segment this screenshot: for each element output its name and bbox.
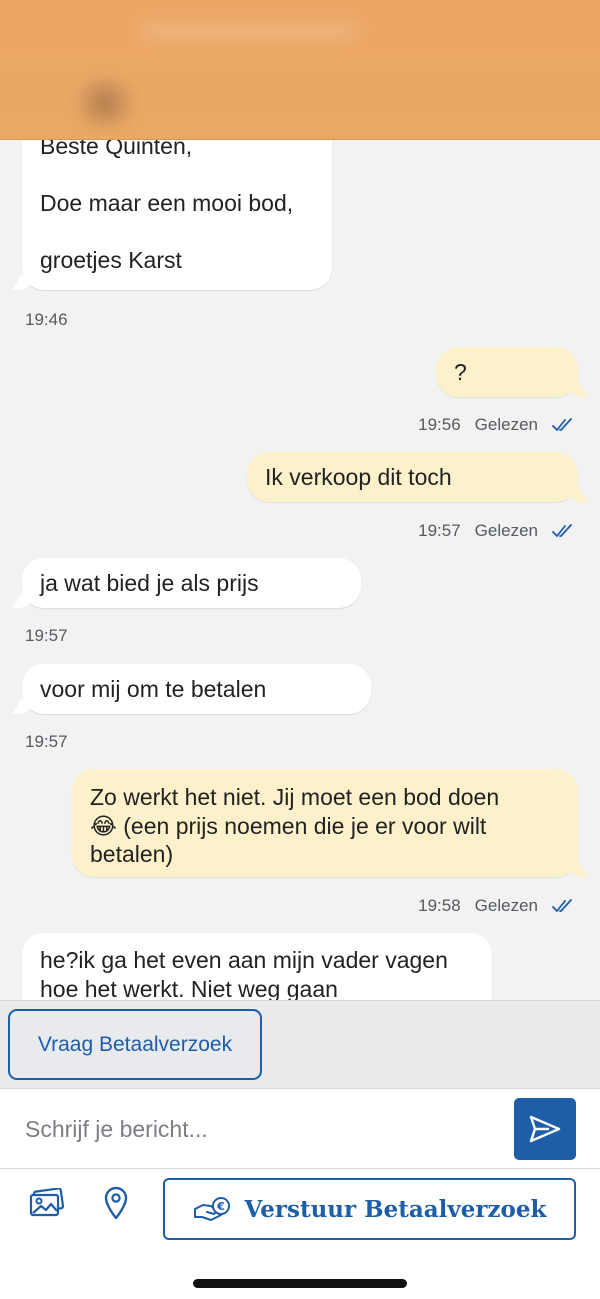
- time-label: 19:56: [418, 415, 461, 434]
- read-label: Gelezen: [474, 521, 538, 540]
- incoming-message: voor mij om te betalen: [22, 664, 371, 714]
- compose-bar: Schrijf je bericht...: [0, 1088, 600, 1168]
- svg-text:€: €: [216, 1200, 225, 1213]
- send-icon: [529, 1115, 561, 1143]
- send-payment-request-button[interactable]: € Verstuur Betaalverzoek: [163, 1178, 576, 1240]
- action-bar: € Verstuur Betaalverzoek: [0, 1168, 600, 1246]
- request-payment-button[interactable]: Vraag Betaalverzoek: [8, 1009, 262, 1080]
- message-list[interactable]: Beste Quinten, Doe maar een mooi bod, gr…: [0, 140, 600, 1000]
- location-pin-icon: [104, 1186, 128, 1220]
- payment-request-bar: Vraag Betaalverzoek: [0, 1000, 600, 1088]
- message-input[interactable]: Schrijf je bericht...: [25, 1089, 485, 1169]
- send-button[interactable]: [514, 1098, 576, 1160]
- message-status: 19:56 Gelezen: [418, 415, 574, 435]
- message-line: betalen): [90, 841, 174, 867]
- message-line: groetjes Karst: [40, 247, 182, 273]
- message-text: ja wat bied je als prijs: [40, 570, 259, 596]
- message-timestamp: 19:46: [25, 310, 68, 330]
- home-area: [0, 1246, 600, 1299]
- time-label: 19:58: [418, 896, 461, 915]
- message-line: Zo werkt het niet. Jij moet een bod doen: [90, 784, 500, 810]
- location-button[interactable]: [96, 1183, 136, 1223]
- double-check-icon: [552, 524, 572, 537]
- time-label: 19:57: [418, 521, 461, 540]
- pay-button-label: Verstuur Betaalverzoek: [244, 1195, 547, 1223]
- photo-button[interactable]: [27, 1183, 67, 1223]
- hand-money-icon: €: [193, 1197, 230, 1221]
- time-label: 19:57: [25, 626, 68, 645]
- incoming-message: ja wat bied je als prijs: [22, 558, 361, 608]
- message-line: he?ik ga het even aan mijn vader vagen: [40, 947, 448, 973]
- message-line: Beste Quinten,: [40, 140, 193, 159]
- message-status: 19:57 Gelezen: [418, 521, 574, 541]
- message-line: hoe het werkt. Niet weg gaan: [40, 975, 338, 1001]
- chat-header: [0, 0, 600, 140]
- outgoing-message: Ik verkoop dit toch: [247, 452, 578, 502]
- message-status: 19:58 Gelezen: [418, 896, 574, 916]
- message-text: ?: [454, 359, 467, 385]
- outgoing-message: ?: [436, 347, 578, 397]
- message-line: 😂 (een prijs noemen die je er voor wilt: [90, 812, 487, 839]
- avatar[interactable]: [70, 78, 140, 128]
- double-check-icon: [552, 899, 572, 912]
- outgoing-message: Zo werkt het niet. Jij moet een bod doen…: [72, 769, 578, 877]
- time-label: 19:46: [25, 310, 68, 329]
- message-line: Doe maar een mooi bod,: [40, 190, 294, 216]
- message-text: Ik verkoop dit toch: [265, 464, 452, 490]
- message-timestamp: 19:57: [25, 626, 68, 646]
- double-check-icon: [552, 418, 572, 431]
- read-label: Gelezen: [474, 896, 538, 915]
- image-gallery-icon: [29, 1188, 65, 1217]
- message-text: voor mij om te betalen: [40, 676, 267, 702]
- read-label: Gelezen: [474, 415, 538, 434]
- message-timestamp: 19:57: [25, 732, 68, 752]
- time-label: 19:57: [25, 732, 68, 751]
- incoming-message: Beste Quinten, Doe maar een mooi bod, gr…: [22, 140, 332, 290]
- incoming-message: he?ik ga het even aan mijn vader vagen h…: [22, 933, 492, 1000]
- blurred-header-title: [140, 20, 360, 42]
- home-indicator[interactable]: [193, 1279, 407, 1288]
